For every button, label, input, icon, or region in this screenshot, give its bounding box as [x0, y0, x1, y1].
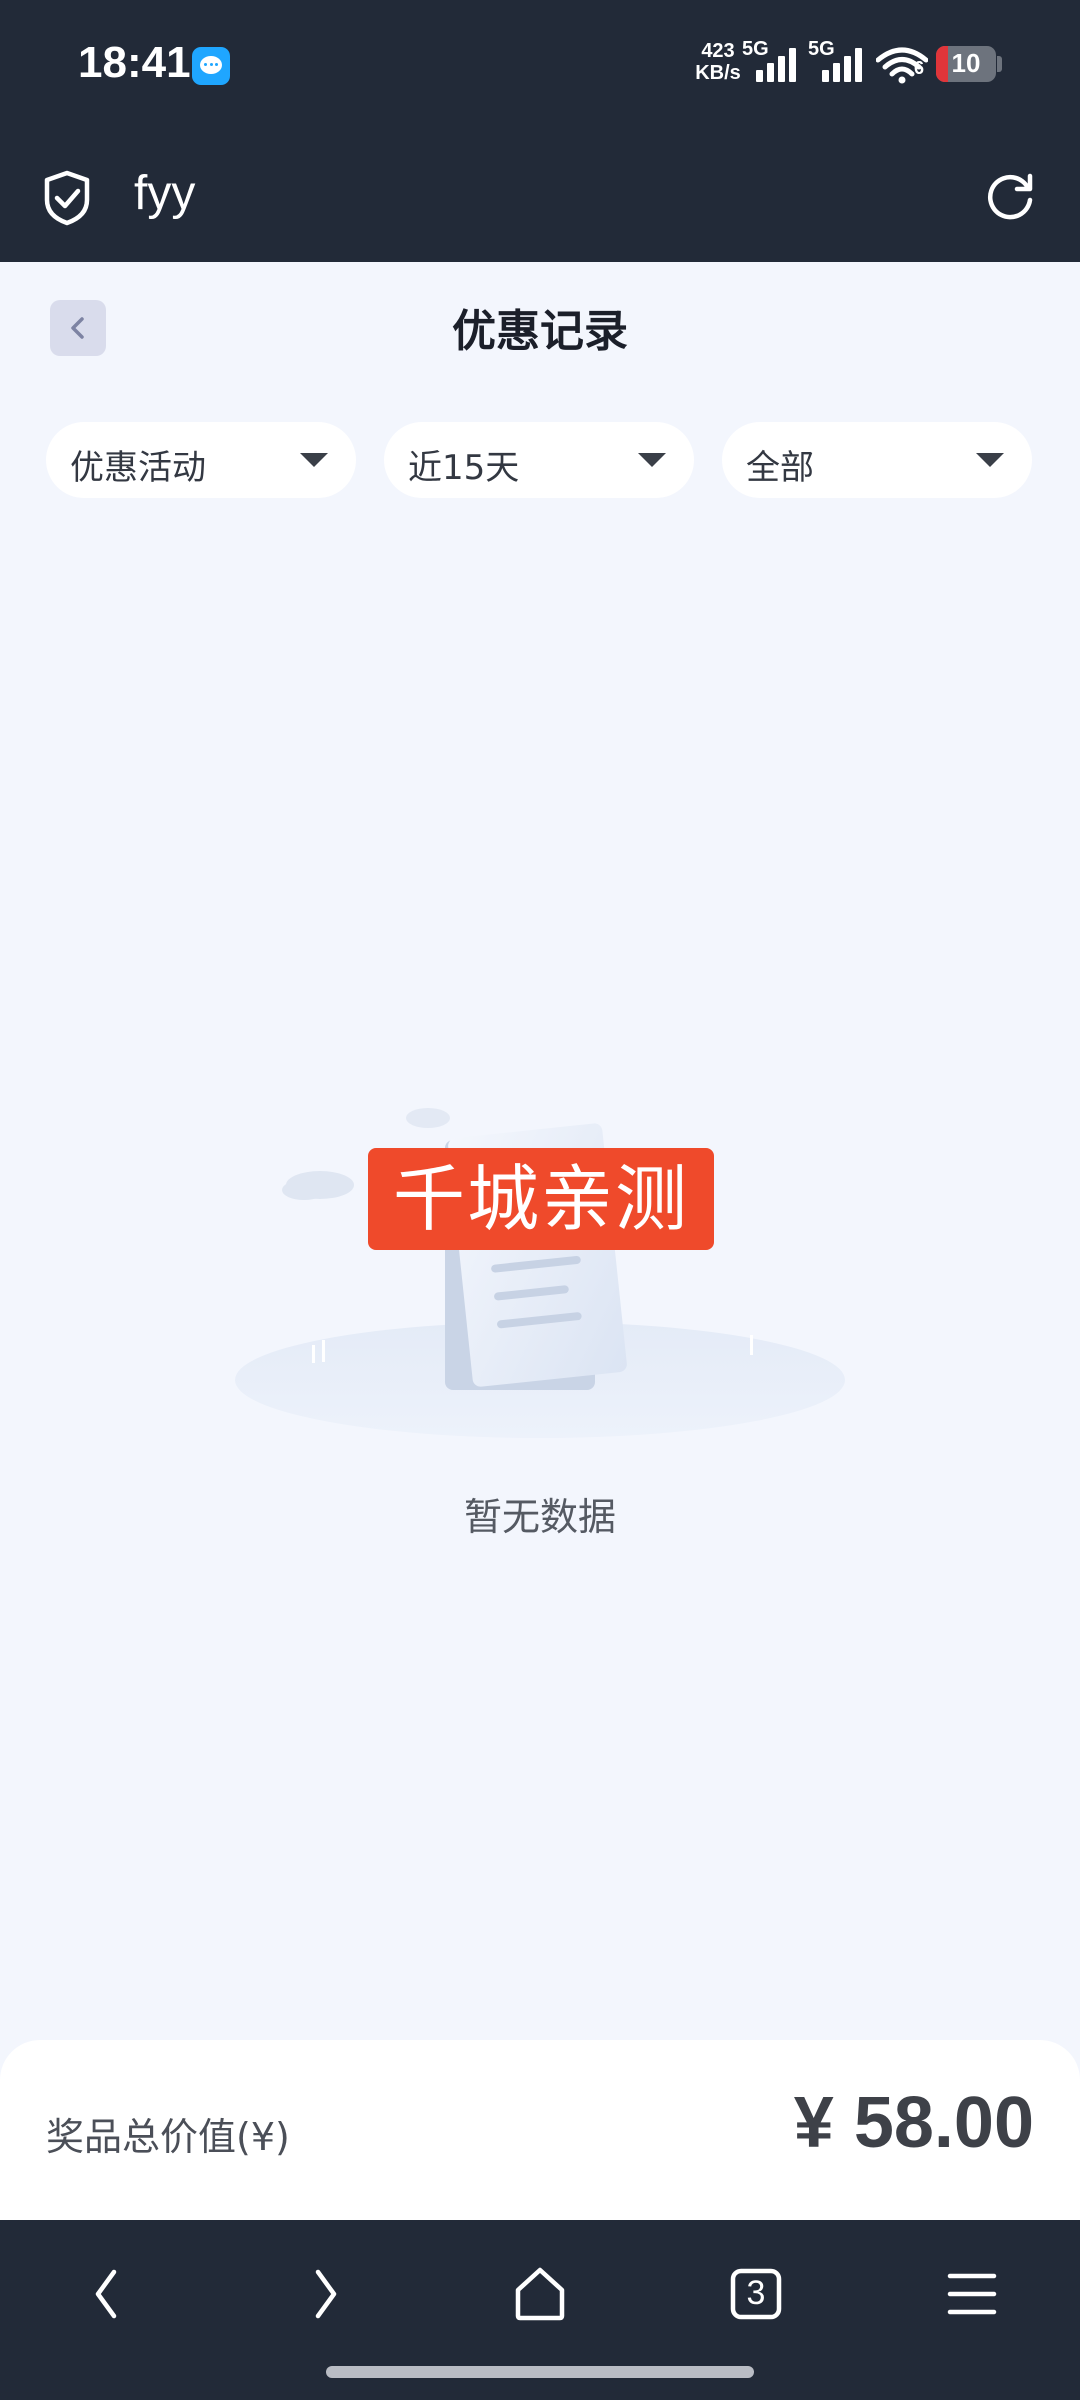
filter-status-dropdown[interactable]: 全部 [722, 422, 1032, 498]
reload-icon[interactable] [984, 170, 1036, 222]
caret-down-icon [976, 453, 1004, 467]
tabs-count: 3 [746, 2274, 766, 2312]
screen: 18:41 423 KB/s 5G 5G 6 10 fyy 优惠记录 优惠活动 … [0, 0, 1080, 2400]
browser-top-bar: fyy [0, 130, 1080, 262]
message-dots-icon [200, 61, 222, 69]
nav-forward-button[interactable] [284, 2254, 364, 2334]
signal-strength-icon [756, 48, 800, 82]
site-title[interactable]: fyy [134, 166, 195, 221]
menu-icon [947, 2273, 997, 2315]
home-indicator[interactable] [326, 2366, 754, 2378]
battery-tip [997, 56, 1002, 72]
nav-tabs-button[interactable]: 3 [716, 2254, 796, 2334]
forward-arrow-icon [315, 2269, 337, 2319]
empty-state-illustration [235, 1108, 845, 1438]
home-icon [515, 2267, 565, 2321]
filter-label: 近15天 [408, 448, 520, 488]
battery-icon: 10 [936, 46, 996, 82]
network-speed: 423 KB/s [690, 40, 746, 84]
watermark-label: 千城亲测 [368, 1148, 714, 1250]
status-bar: 18:41 423 KB/s 5G 5G 6 10 [0, 0, 1080, 130]
filter-label: 优惠活动 [70, 448, 206, 488]
summary-value: ¥ 58.00 [793, 2083, 1034, 2163]
network-speed-value: 423 [701, 40, 735, 62]
page-title: 优惠记录 [452, 306, 628, 357]
caret-down-icon [638, 453, 666, 467]
status-time: 18:41 [78, 38, 191, 87]
filter-date-range-dropdown[interactable]: 近15天 [384, 422, 694, 498]
wifi-label: 6 [914, 58, 925, 78]
signal-strength-icon [822, 48, 866, 82]
summary-label: 奖品总价值(¥) [46, 2115, 290, 2159]
filter-activity-dropdown[interactable]: 优惠活动 [46, 422, 356, 498]
back-arrow-icon [95, 2269, 117, 2319]
prize-summary-panel: 奖品总价值(¥) ¥ 58.00 [0, 2040, 1080, 2220]
nav-home-button[interactable] [500, 2254, 580, 2334]
battery-level: 10 [951, 48, 981, 78]
filter-label: 全部 [746, 448, 814, 488]
shield-check-icon[interactable] [42, 170, 92, 226]
network-speed-unit: KB/s [695, 62, 741, 84]
nav-menu-button[interactable] [932, 2254, 1012, 2334]
empty-state-text: 暂无数据 [463, 1495, 616, 1539]
caret-down-icon [300, 453, 328, 467]
nav-back-button[interactable] [68, 2254, 148, 2334]
